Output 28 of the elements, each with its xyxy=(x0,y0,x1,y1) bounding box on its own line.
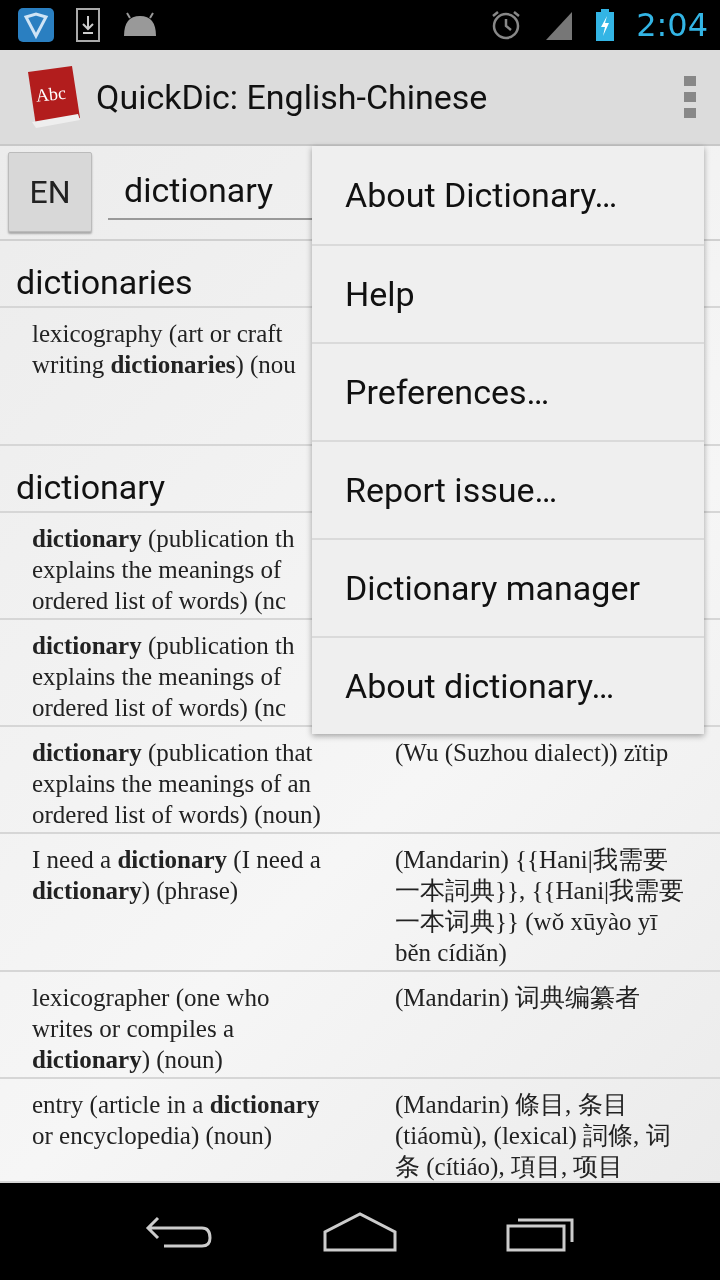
status-time: 2:04 xyxy=(636,6,708,44)
overflow-menu-icon[interactable] xyxy=(684,76,696,118)
entry-definition: dictionary (publication th explains the meanings of ordered list of words) (nc xyxy=(32,631,295,724)
entry-definition: I need a dictionary (I need a dictionary) (phrase) xyxy=(32,845,321,907)
android-icon xyxy=(122,12,158,38)
entry-definition: dictionary (publication th explains the meanings of ordered list of words) (nc xyxy=(32,524,295,617)
signal-icon xyxy=(544,10,575,40)
entry-definition: lexicographer (one who writes or compiles a dictionary) (noun) xyxy=(32,983,270,1076)
headword: dictionaries xyxy=(16,262,193,302)
menu-item[interactable]: Dictionary manager xyxy=(312,538,704,636)
battery-icon xyxy=(596,9,615,41)
headword: dictionary xyxy=(16,467,166,508)
entry-definition: lexicography (art or craft writing dictionaries) (nou xyxy=(32,319,296,380)
menu-item[interactable]: Help xyxy=(312,244,704,342)
shield-app-icon xyxy=(18,8,54,42)
entry-definition: dictionary (publication that explains the meanings of an ordered list of words) (noun) xyxy=(32,738,321,831)
menu-item[interactable]: About dictionary… xyxy=(312,636,704,734)
entry-translation: (Mandarin) 词典编纂者 xyxy=(395,983,641,1014)
entry-translation: (Mandarin) 條目, 条目 (tiáomù), (lexical) 詞條, 词 条 (cítiáo), 項目, 项目 xyxy=(395,1090,671,1183)
menu-item[interactable]: Preferences… xyxy=(312,342,704,440)
language-button[interactable]: EN xyxy=(8,152,92,233)
entry-definition: entry (article in a dictionary or encyclopedia) (noun) xyxy=(32,1090,320,1152)
download-icon xyxy=(76,8,100,42)
home-icon[interactable] xyxy=(323,1211,397,1252)
entry-translation: (Wu (Suzhou dialect)) zïtip xyxy=(395,738,669,769)
entry-translation: (Mandarin) {{Hani|我需要 一本詞典}}, {{Hani|我需要 一本词典}} (wǒ xūyào yī běn cídiǎn) xyxy=(395,845,685,969)
menu-item[interactable]: Report issue… xyxy=(312,440,704,538)
app-title: QuickDic: English-Chinese xyxy=(96,77,489,117)
